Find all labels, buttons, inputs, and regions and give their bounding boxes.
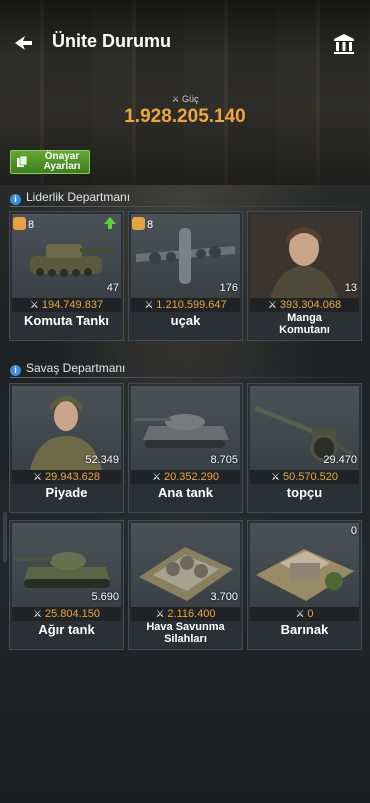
unit-power: ⚔ 50.570.520 <box>250 470 359 484</box>
rank-badge: 8 <box>132 217 153 231</box>
unit-power: ⚔ 25.804.150 <box>12 607 121 621</box>
top-bar: Ünite Durumu <box>0 22 370 64</box>
unit-power: ⚔ 2.116.400 <box>131 607 240 621</box>
unit-count: 8.705 <box>210 454 238 466</box>
shelter-image <box>250 523 359 607</box>
unit-card-heavy-tank[interactable]: 5.690 ⚔ 25.804.150 Ağır tank <box>9 520 124 650</box>
info-icon[interactable]: i <box>10 194 21 205</box>
unit-card-shelter[interactable]: 0 ⚔ 0 Barınak <box>247 520 362 650</box>
clipboard-icon <box>17 156 28 167</box>
unit-power: ⚔ 0 <box>250 607 359 621</box>
squad-commander-image <box>250 214 359 298</box>
crossed-swords-icon: ⚔ <box>29 300 39 311</box>
unit-count: 47 <box>106 282 119 294</box>
section-title-combat: i Savaş Departmanı <box>10 361 125 376</box>
unit-power: ⚔ 194.749.837 <box>12 298 121 312</box>
up-arrow-icon <box>104 217 116 229</box>
unit-count: 3.700 <box>210 591 238 603</box>
unit-power: ⚔ 29.943.628 <box>12 470 121 484</box>
unit-card-squad-commander[interactable]: 13 ⚔ 393.304.068 Manga Komutanı <box>247 211 362 341</box>
unit-name: Piyade <box>45 485 88 500</box>
unit-count: 29.470 <box>323 454 357 466</box>
unit-power: ⚔ 1.210.599.647 <box>131 298 240 312</box>
preset-settings-label: Önayar Ayarları <box>43 151 81 172</box>
preset-settings-button[interactable]: Önayar Ayarları <box>10 150 90 174</box>
crossed-swords-icon: ⚔ <box>295 609 305 620</box>
unit-name: Barınak <box>280 622 329 637</box>
divider <box>10 206 360 207</box>
rank-icon <box>132 217 145 230</box>
crossed-swords-icon: ⚔ <box>155 609 165 620</box>
divider <box>10 377 360 378</box>
unit-name: Hava Savunma Silahları <box>146 621 225 645</box>
back-arrow-icon[interactable] <box>12 32 34 54</box>
unit-card-command-tank[interactable]: 8 47 ⚔ 194.749.837 Komuta Tankı <box>9 211 124 341</box>
unit-power: ⚔ 20.352.290 <box>131 470 240 484</box>
section-title-leadership: i Liderlik Departmanı <box>10 190 130 205</box>
crossed-swords-icon: ⚔ <box>32 472 42 483</box>
unit-name: Komuta Tankı <box>24 313 109 328</box>
unit-name: Ağır tank <box>38 622 95 637</box>
unit-count: 52.349 <box>85 454 119 466</box>
unit-count: 0 <box>350 525 357 537</box>
unit-power: ⚔ 393.304.068 <box>250 298 359 312</box>
unit-card-aircraft[interactable]: 8 176 ⚔ 1.210.599.647 uçak <box>128 211 243 341</box>
total-power-value: 1.928.205.140 <box>124 106 246 127</box>
crossed-swords-icon: ⚔ <box>151 472 161 483</box>
unit-count: 176 <box>219 282 238 294</box>
power-label: ⚔ Güç <box>171 94 199 104</box>
unit-card-artillery[interactable]: 29.470 ⚔ 50.570.520 topçu <box>247 383 362 513</box>
rank-badge: 8 <box>13 217 34 231</box>
crossed-swords-icon: ⚔ <box>270 472 280 483</box>
crossed-swords-icon: ⚔ <box>267 300 277 311</box>
unit-card-air-defense[interactable]: 3.700 ⚔ 2.116.400 Hava Savunma Silahları <box>128 520 243 650</box>
unit-count: 5.690 <box>91 591 119 603</box>
scrollbar[interactable] <box>3 512 7 562</box>
crossed-swords-icon: ⚔ <box>32 609 42 620</box>
unit-card-infantry[interactable]: 52.349 ⚔ 29.943.628 Piyade <box>9 383 124 513</box>
unit-name: uçak <box>170 313 201 328</box>
unit-name: Manga Komutanı <box>279 312 330 336</box>
crossed-swords-icon: ⚔ <box>144 300 154 311</box>
crossed-swords-icon: ⚔ <box>171 94 180 104</box>
rank-icon <box>13 217 26 230</box>
unit-name: Ana tank <box>158 485 213 500</box>
museum-icon[interactable] <box>332 32 356 56</box>
info-icon[interactable]: i <box>10 365 21 376</box>
page-title: Ünite Durumu <box>52 31 171 51</box>
unit-name: topçu <box>286 485 323 500</box>
unit-count: 13 <box>344 282 357 294</box>
unit-card-main-tank[interactable]: 8.705 ⚔ 20.352.290 Ana tank <box>128 383 243 513</box>
